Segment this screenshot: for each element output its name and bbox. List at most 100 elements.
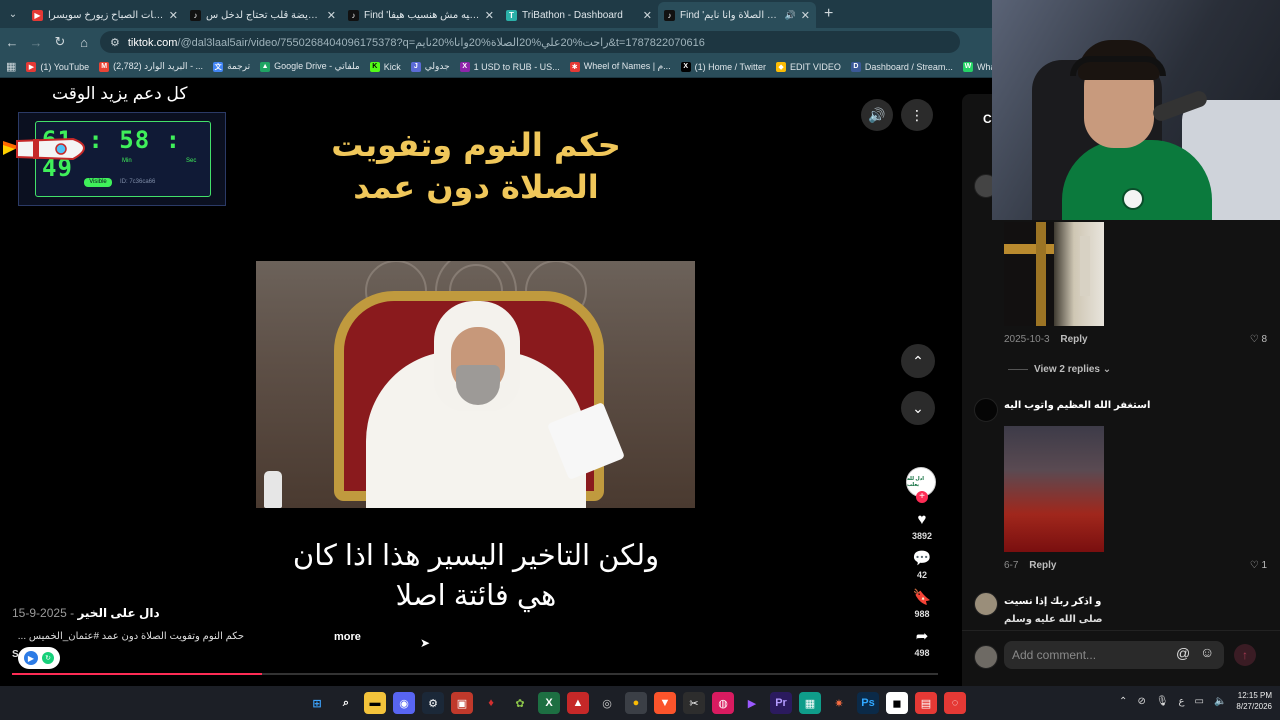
browser-tab-4[interactable]: T TriBathon - Dashboard ✕ xyxy=(500,2,658,28)
comment-2-like[interactable]: ♡ 1 xyxy=(1250,560,1267,571)
view-replies-button[interactable]: View 2 replies ⌄ xyxy=(1008,364,1111,375)
creator-avatar-text: ادل لله يعلب xyxy=(907,476,924,488)
new-tab-button[interactable]: + xyxy=(816,5,841,23)
file-explorer-icon[interactable]: ▬ xyxy=(364,692,386,714)
comment-2-reply[interactable]: Reply xyxy=(1029,560,1056,571)
comments-tab[interactable]: C xyxy=(983,112,992,126)
obs-icon[interactable]: ◎ xyxy=(596,692,618,714)
steam-icon[interactable]: ⚙ xyxy=(422,692,444,714)
comment-1-like[interactable]: ♡ 8 xyxy=(1250,334,1267,345)
browser-tab-5-active[interactable]: ♪ Find 'راحت علي الصلاة وانا نايم' 🔊 ✕ xyxy=(658,2,816,28)
video-player[interactable]: حكم النوم وتفويت الصلاة دون عمد ولكن الت… xyxy=(256,78,696,648)
app-pink-icon[interactable]: ◍ xyxy=(712,692,734,714)
share-action[interactable]: ➦ 498 xyxy=(900,629,944,659)
app-green-icon[interactable]: ✿ xyxy=(509,692,531,714)
app-photo-icon[interactable]: ▲ xyxy=(567,692,589,714)
commenter-avatar[interactable] xyxy=(974,398,998,422)
language-indicator[interactable]: ع xyxy=(1179,696,1185,707)
play-icon[interactable]: ▶ xyxy=(741,692,763,714)
display-icon[interactable]: ▭ xyxy=(1195,696,1204,707)
bookmark-youtube[interactable]: ▶ (1) YouTube xyxy=(26,61,89,72)
bookmark-dashboard[interactable]: D Dashboard / Stream... xyxy=(850,61,953,72)
youtube-icon: ▶ xyxy=(26,61,37,72)
extension-pill[interactable]: ▶ ↻ xyxy=(18,647,60,669)
comment-image-red-landscape[interactable] xyxy=(1004,426,1104,552)
capcut-icon[interactable]: ✂ xyxy=(683,692,705,714)
speaker-icon[interactable]: 🔊 xyxy=(785,10,796,21)
commenter-avatar[interactable] xyxy=(974,592,998,616)
discord-icon[interactable]: ◉ xyxy=(393,692,415,714)
reload-icon[interactable]: ↻ xyxy=(48,34,72,50)
bookmark-kick[interactable]: K Kick xyxy=(369,61,401,72)
tab-search-icon[interactable]: ⌄ xyxy=(0,0,26,28)
save-count: 988 xyxy=(914,609,930,619)
like-action[interactable]: ♥ 3892 xyxy=(900,512,944,542)
emoji-icon[interactable]: ☺ xyxy=(1200,644,1214,660)
comment-1-like-count: 8 xyxy=(1261,334,1267,345)
chrome-icon[interactable]: ● xyxy=(625,692,647,714)
close-tab-icon[interactable]: ✕ xyxy=(643,9,652,22)
video-progress-bar[interactable] xyxy=(12,673,938,675)
bookmark-wheel-of-names[interactable]: ✱ Wheel of Names | م... xyxy=(569,61,671,72)
close-tab-icon[interactable]: ✕ xyxy=(327,9,336,22)
author-line: دال على الخير - 2025-9-15 xyxy=(12,606,160,620)
bookmark-translate[interactable]: 文 ترجمة xyxy=(213,61,250,72)
microphone-icon[interactable]: 🎙 xyxy=(1156,696,1169,707)
send-comment-button[interactable]: ↑ xyxy=(1234,644,1256,666)
apps-grid-icon[interactable]: ▦ xyxy=(6,60,16,73)
comment-1-reply[interactable]: Reply xyxy=(1060,334,1087,345)
bookmark-gmail[interactable]: M (2,782) البريد الوارد - ... xyxy=(99,61,203,72)
clock-time: 12:15 PM xyxy=(1237,691,1272,700)
search-icon[interactable]: ⌕ xyxy=(335,692,357,714)
mouse-cursor-icon: ➤ xyxy=(420,636,431,650)
bookmark-edit-video[interactable]: ◆ EDIT VIDEO xyxy=(776,61,841,72)
clock[interactable]: 12:15 PM 8/27/2026 xyxy=(1236,690,1272,712)
post-date-prefix: - xyxy=(66,606,75,620)
app-red-icon[interactable]: ▣ xyxy=(451,692,473,714)
chevron-down-icon[interactable]: ⌄ xyxy=(901,391,935,425)
mention-icon[interactable]: @ xyxy=(1176,645,1190,661)
close-tab-icon[interactable]: ✕ xyxy=(485,9,494,22)
app-burst-icon[interactable]: ✷ xyxy=(828,692,850,714)
premiere-icon[interactable]: Pr xyxy=(770,692,792,714)
close-tab-icon[interactable]: ✕ xyxy=(801,9,810,22)
more-link[interactable]: more xyxy=(334,631,361,643)
volume-tray-icon[interactable]: 🔈 xyxy=(1214,696,1226,707)
browser-tab-1[interactable]: ▶ فيروزيات الصباح زيورخ سويسرا ✕ xyxy=(26,2,184,28)
windows-start-icon[interactable]: ⊞ xyxy=(306,692,328,714)
bookmark-schedule[interactable]: J جدولي xyxy=(410,61,450,72)
bookmark-usd-rub[interactable]: X1 USD to RUB - US... xyxy=(459,61,560,72)
network-off-icon[interactable]: ⊘ xyxy=(1137,696,1145,707)
bookmark-label: جدولي xyxy=(424,61,450,71)
tray-overflow-icon[interactable]: ⌃ xyxy=(1119,696,1127,707)
close-tab-icon[interactable]: ✕ xyxy=(169,9,178,22)
forward-icon[interactable]: → xyxy=(24,35,48,50)
photoshop-icon[interactable]: Ps xyxy=(857,692,879,714)
volume-icon[interactable]: 🔊 xyxy=(861,99,893,131)
bookmark-twitter[interactable]: X (1) Home / Twitter xyxy=(680,61,766,72)
back-icon[interactable]: ← xyxy=(0,35,24,50)
more-options-icon[interactable]: ⋮ xyxy=(901,99,933,131)
comment-action[interactable]: 💬 42 xyxy=(900,551,944,581)
site-info-icon[interactable]: ⚙ xyxy=(110,36,120,49)
add-comment-input[interactable]: Add comment... xyxy=(1004,641,1224,669)
app-teal-icon[interactable]: ▦ xyxy=(799,692,821,714)
address-bar[interactable]: ⚙ tiktok.com/@dal3laal5air/video/7550268… xyxy=(100,31,960,53)
follow-plus-icon[interactable]: + xyxy=(916,491,928,503)
x-twitter-icon: X xyxy=(680,61,691,72)
app-ring-icon[interactable]: ◌ xyxy=(944,692,966,714)
home-icon[interactable]: ⌂ xyxy=(72,35,96,50)
author-name[interactable]: دال على الخير xyxy=(77,606,159,620)
app-rose-icon[interactable]: ♦ xyxy=(480,692,502,714)
browser-tab-3[interactable]: ♪ Find 'سك فيه مش هنسيب هيفا' ✕ xyxy=(342,2,500,28)
app-white-icon[interactable]: ◼ xyxy=(886,692,908,714)
system-tray: ⌃ ⊘ 🎙 ع ▭ 🔈 12:15 PM 8/27/2026 xyxy=(1119,690,1272,712)
chevron-up-icon[interactable]: ⌃ xyxy=(901,344,935,378)
save-action[interactable]: 🔖 988 xyxy=(900,590,944,620)
browser-tab-2[interactable]: ♪ امرأة مريضة قلب تحتاج لدخل س... ✕ xyxy=(184,2,342,28)
excel-icon[interactable]: X xyxy=(538,692,560,714)
bookmark-drive[interactable]: ▲ Google Drive - ملفاتي xyxy=(260,61,360,72)
brave-icon[interactable]: ▼ xyxy=(654,692,676,714)
app-calendar-icon[interactable]: ▤ xyxy=(915,692,937,714)
comment-image-kaaba[interactable] xyxy=(1004,222,1104,326)
